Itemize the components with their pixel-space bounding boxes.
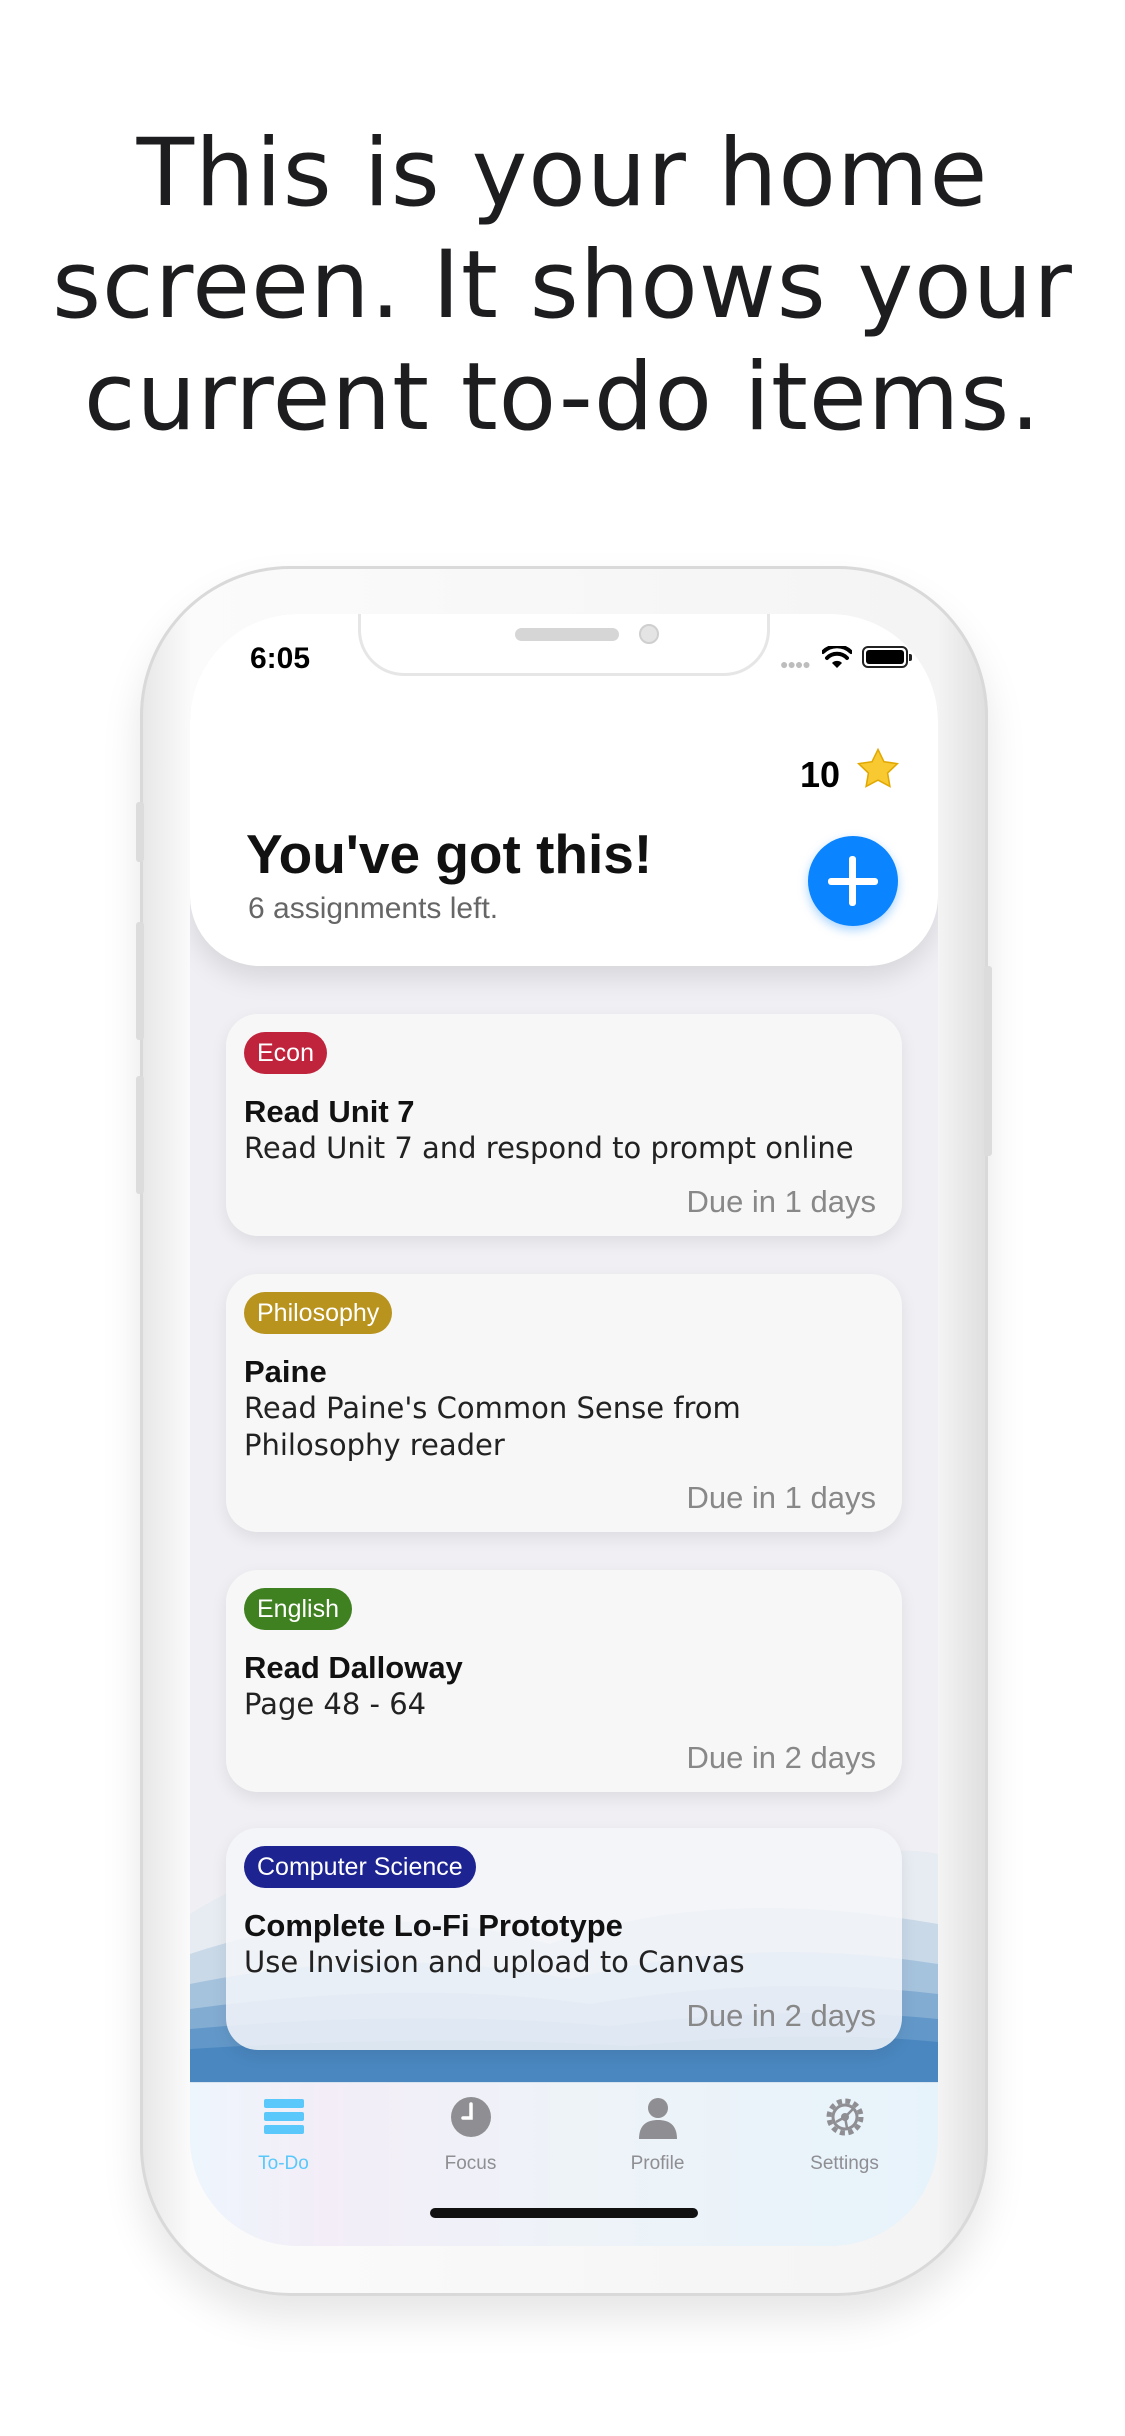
notch — [358, 614, 770, 676]
subject-tag: Computer Science — [244, 1846, 476, 1888]
assignment-card[interactable]: English Read Dalloway Page 48 - 64 Due i… — [226, 1570, 902, 1792]
assignment-title: Read Dalloway — [244, 1650, 463, 1685]
headline: This is your home screen. It shows your … — [0, 118, 1125, 454]
tab-settings[interactable]: Settings — [751, 2083, 938, 2183]
subject-tag: Econ — [244, 1032, 327, 1074]
front-camera — [639, 624, 659, 644]
clock-icon — [451, 2097, 491, 2137]
wifi-icon — [822, 646, 852, 668]
person-icon — [639, 2098, 677, 2139]
list-icon — [264, 2099, 304, 2134]
volume-down-button — [136, 1076, 144, 1194]
status-time: 6:05 — [250, 642, 311, 675]
tab-label: Focus — [444, 2153, 497, 2174]
headline-line-2: screen. It shows your — [52, 231, 1073, 340]
phone-screen: 6:05 ●●●● 10 You've got this! 6 assignme… — [190, 614, 938, 2246]
headline-line-1: This is your home — [136, 119, 989, 228]
signal-icon: ●●●● — [780, 656, 811, 672]
assignment-card[interactable]: Econ Read Unit 7 Read Unit 7 and respond… — [226, 1014, 902, 1236]
assignment-description: Page 48 - 64 — [244, 1687, 427, 1721]
due-date: Due in 2 days — [686, 1998, 876, 2033]
due-date: Due in 2 days — [686, 1740, 876, 1775]
points-count: 10 — [800, 754, 841, 795]
star-icon — [856, 747, 900, 788]
tab-label: Profile — [630, 2153, 685, 2174]
assignments-left-count: 6 assignments left. — [248, 892, 499, 925]
side-button — [136, 802, 144, 862]
assignment-description: Read Unit 7 and respond to prompt online — [244, 1131, 854, 1165]
assignment-title: Read Unit 7 — [244, 1094, 415, 1129]
assignment-card[interactable]: Philosophy Paine Read Paine's Common Sen… — [226, 1274, 902, 1532]
subject-tag: Philosophy — [244, 1292, 393, 1334]
battery-icon — [862, 646, 912, 668]
assignment-card[interactable]: Computer Science Complete Lo-Fi Prototyp… — [226, 1828, 902, 2050]
subject-tag: English — [244, 1588, 352, 1630]
assignment-title: Paine — [244, 1354, 327, 1389]
assignment-description: Use Invision and upload to Canvas — [244, 1945, 745, 1979]
tab-profile[interactable]: Profile — [564, 2083, 751, 2183]
home-indicator — [430, 2208, 698, 2218]
due-date: Due in 1 days — [686, 1184, 876, 1219]
tab-label: Settings — [810, 2153, 879, 2174]
tab-bar: To-Do Focus Profile Settings — [190, 2082, 938, 2246]
tab-to-do[interactable]: To-Do — [190, 2083, 377, 2183]
assignment-title: Complete Lo-Fi Prototype — [244, 1908, 623, 1943]
headline-line-3: current to-do items. — [83, 343, 1042, 452]
gear-icon — [826, 2098, 864, 2136]
due-date: Due in 1 days — [686, 1480, 876, 1515]
tab-label: To-Do — [258, 2153, 309, 2174]
page-title: You've got this! — [246, 823, 653, 885]
power-button — [984, 966, 992, 1156]
assignment-description: Read Paine's Common Sense from — [244, 1391, 741, 1425]
volume-up-button — [136, 922, 144, 1040]
speaker-grille — [515, 628, 619, 641]
assignment-description-line-2: Philosophy reader — [244, 1428, 505, 1462]
tab-focus[interactable]: Focus — [377, 2083, 564, 2183]
add-assignment-button[interactable] — [808, 836, 898, 926]
